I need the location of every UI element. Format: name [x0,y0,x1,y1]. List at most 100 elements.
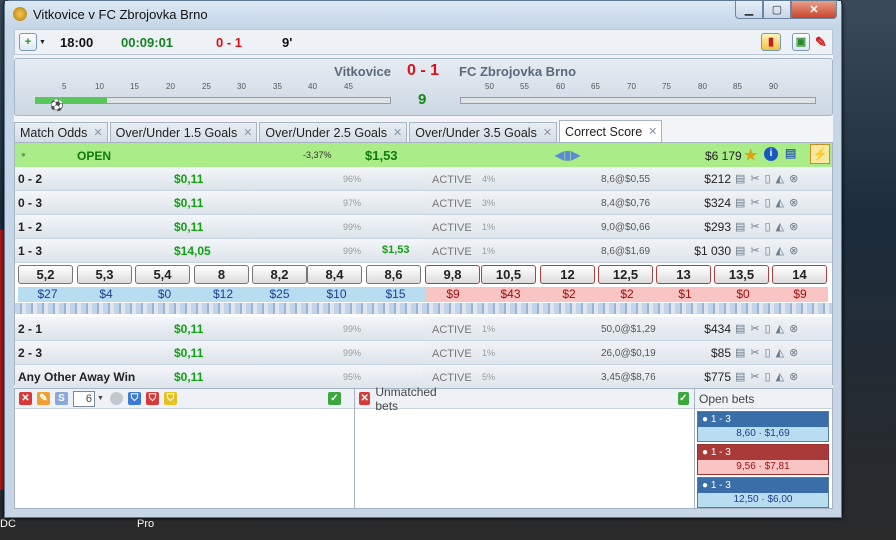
confirm-icon[interactable]: ✓ [327,392,341,405]
tab-label: Match Odds [20,125,88,140]
open-bet-card[interactable]: ● 1 - 3 9,56 · $7,81 [697,444,829,475]
shield-blue-icon[interactable]: ⛉ [127,392,141,405]
graph-icon[interactable]: ▤ [785,146,796,160]
star-icon[interactable]: ★ [744,146,757,164]
tab-correct-score[interactable]: Correct Score ✕ [559,120,663,142]
new-window-icon[interactable]: ▣ [792,33,810,51]
lay-amount: $1 [656,287,714,302]
timeline-tick: 45 [344,82,353,91]
lay-price-button[interactable]: 12 [540,265,595,284]
expand-icon[interactable]: ● [21,150,26,159]
runner-row-selected[interactable]: 1 - 3 $14,05 99% $1,53 ACTIVE 1% 8,6@$1,… [15,239,832,263]
close-icon[interactable]: ✕ [93,126,102,139]
ladder-nav-icon[interactable]: ◀▮▶ [555,148,580,162]
chevron-down-icon[interactable]: ▼ [97,395,104,402]
timeline-tick: 30 [237,82,246,91]
runner-percent: 99% [343,246,362,256]
runner-row[interactable]: 2 - 1 $0,11 99% ACTIVE 1% 50,0@$1,29 $43… [15,317,832,341]
runner-action-icons[interactable]: ▤✂▯◭⊗ [735,244,803,257]
back-price-button[interactable]: 8,2 [252,265,307,284]
cancel-unmatched-icon[interactable]: ✕ [359,392,371,405]
open-bet-card[interactable]: ● 1 - 3 8,60 · $1,69 [697,411,829,442]
lay-amount: $9 [425,287,481,302]
runner-volume: $1 030 [694,244,731,258]
lay-amount: $2 [598,287,656,302]
main-panel: + ▼ 18:00 00:09:01 0 - 1 9' ▮ ▣ ✎ Vitkov… [14,29,833,509]
chart-icon[interactable]: ▮ [761,33,781,51]
stake-input[interactable]: 6 [73,390,95,407]
runner-action-icons[interactable]: ▤✂▯◭⊗ [735,172,803,185]
lay-price-button[interactable]: 13,5 [714,265,769,284]
chevron-down-icon[interactable]: ▼ [39,39,46,46]
lay-price-button[interactable]: 14 [772,265,827,284]
back-price-button[interactable]: 8 [194,265,249,284]
back-price-button[interactable]: 5,2 [18,265,73,284]
tab-match-odds[interactable]: Match Odds ✕ [14,122,108,142]
runner-action-icons[interactable]: ▤✂▯◭⊗ [735,322,803,335]
open-bets-panel: Open bets ● 1 - 3 8,60 · $1,69 ● 1 - 3 9… [695,389,832,508]
tab-over-under-1-5[interactable]: Over/Under 1.5 Goals ✕ [109,122,258,142]
runner-spread: 1% [482,348,496,358]
shield-red-icon[interactable]: ⛉ [145,392,159,405]
runner-action-icons[interactable]: ▤✂▯◭⊗ [735,196,803,209]
close-icon[interactable]: ✕ [243,126,252,139]
runner-name: Any Other Away Win [18,370,136,384]
first-half-timeline [35,97,391,104]
shield-yellow-icon[interactable]: ⛉ [163,392,177,405]
runner-status: ACTIVE [432,174,472,186]
minimize-button[interactable]: ▁ [735,1,763,19]
lay-price-button[interactable]: 10,5 [481,265,536,284]
runner-volume: $293 [704,220,731,234]
tab-over-under-2-5[interactable]: Over/Under 2.5 Goals ✕ [259,122,408,142]
runner-action-icons[interactable]: ▤✂▯◭⊗ [735,346,803,359]
timeline-tick: 15 [130,82,139,91]
back-price-button[interactable]: 5,4 [135,265,190,284]
timeline-progress [36,98,107,103]
runner-row[interactable]: 2 - 3 $0,11 99% ACTIVE 1% 26,0@$0,19 $85… [15,341,832,365]
window-title: Vitkovice v FC Zbrojovka Brno [33,6,208,22]
runner-spread: 1% [482,222,496,232]
maximize-button[interactable]: ▢ [763,1,791,19]
close-icon[interactable]: ✕ [648,125,657,138]
back-amount: $4 [77,287,135,302]
confirm-icon[interactable]: ✓ [677,392,689,405]
close-icon[interactable]: ✕ [393,126,402,139]
runner-row[interactable]: 0 - 3 $0,11 97% ACTIVE 3% 8,4@$0,76 $324… [15,191,832,215]
pin-icon[interactable]: ✎ [815,34,827,51]
lay-amount: $9 [772,287,828,302]
settle-icon[interactable]: S [55,392,68,405]
runner-status: ACTIVE [432,348,472,360]
lay-price-button[interactable]: 9,8 [425,265,480,284]
runner-action-icons[interactable]: ▤✂▯◭⊗ [735,220,803,233]
back-price-button[interactable]: 5,3 [77,265,132,284]
runner-profit: $0,11 [174,172,204,186]
back-price-button[interactable]: 8,4 [307,265,362,284]
runner-matched-amount: $1,53 [382,244,410,256]
info-icon[interactable]: i [764,147,778,161]
add-market-icon[interactable]: + [19,33,37,51]
title-bar[interactable]: Vitkovice v FC Zbrojovka Brno [5,1,841,27]
runner-action-icons[interactable]: ▤✂▯◭⊗ [735,370,803,383]
runner-status: ACTIVE [432,372,472,384]
toolbar-score: 0 - 1 [216,35,243,50]
open-bet-card[interactable]: ● 1 - 3 12,50 · $6,00 [697,477,829,508]
back-amount: $25 [252,287,307,302]
stop-icon[interactable] [109,392,123,405]
unmatched-label: Unmatched bets [375,384,437,413]
runner-name: 0 - 3 [18,196,43,210]
lay-price-button[interactable]: 13 [656,265,711,284]
lay-price-button[interactable]: 12,5 [598,265,653,284]
runner-spread: 1% [482,324,496,334]
runner-volume: $85 [710,346,731,360]
tab-over-under-3-5[interactable]: Over/Under 3.5 Goals ✕ [409,122,558,142]
runner-percent: 99% [343,222,362,232]
close-icon[interactable]: ✕ [543,126,552,139]
cancel-all-icon[interactable]: ✕ [19,392,32,405]
back-price-button[interactable]: 8,6 [366,265,421,284]
close-button[interactable]: ✕ [791,1,837,19]
open-bets-header: Open bets [695,389,832,409]
runner-row[interactable]: 0 - 2 $0,11 96% ACTIVE 4% 8,6@$0,55 $212… [15,167,832,191]
lightning-icon[interactable]: ⚡ [810,144,830,164]
edit-icon[interactable]: ✎ [37,392,50,405]
runner-row[interactable]: 1 - 2 $0,11 99% ACTIVE 1% 9,0@$0,66 $293… [15,215,832,239]
